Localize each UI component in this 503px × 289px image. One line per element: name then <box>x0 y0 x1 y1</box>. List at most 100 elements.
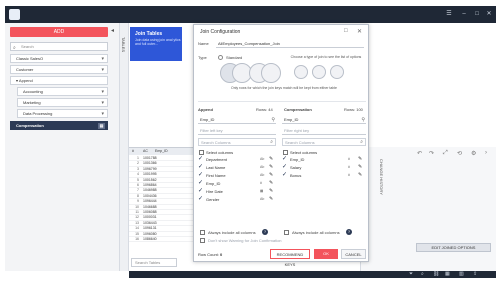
add-button[interactable]: ADD <box>10 27 108 37</box>
checkmark-icon[interactable]: ✓ <box>198 164 203 171</box>
menu-icon[interactable]: ☰ <box>445 10 453 18</box>
gear-icon[interactable]: ⚙ <box>471 150 476 157</box>
minimize-icon[interactable]: – <box>460 10 468 18</box>
checkmark-icon[interactable]: ✓ <box>198 156 203 163</box>
always-include-left-checkbox[interactable] <box>200 230 205 235</box>
always-include-label: Always include all columns <box>208 230 256 235</box>
cancel-button[interactable]: CANCEL <box>341 249 366 259</box>
left-key-field[interactable]: Emp_ID ⚲ <box>198 116 276 124</box>
sidebar-item-marketing[interactable]: Marketing ▾ <box>17 98 108 107</box>
column-name: Last Name <box>206 165 226 170</box>
wand-icon[interactable]: ⚲ <box>361 116 365 124</box>
collapse-icon[interactable]: › <box>485 150 487 156</box>
compensation-title: Compensation <box>284 107 312 112</box>
checkmark-icon[interactable]: ✓ <box>282 172 287 179</box>
type-icon: Ab <box>260 197 265 201</box>
undo-icon[interactable]: ↶ <box>417 150 422 157</box>
append-title: Append <box>198 107 213 112</box>
sidebar-item-data-processing[interactable]: Data Processing ▾ <box>17 109 108 118</box>
venn-right-join-icon[interactable] <box>261 63 281 83</box>
column-row[interactable]: ✓ First Name Ab ✎ <box>198 172 276 179</box>
edit-icon[interactable]: ✎ <box>269 196 273 203</box>
edit-icon[interactable]: ✎ <box>358 164 362 171</box>
select-all-checkbox[interactable] <box>283 150 288 155</box>
right-key-filter[interactable]: Filter right key <box>282 127 366 135</box>
edit-icon[interactable]: ✎ <box>269 180 273 187</box>
type-option-label: Standard <box>226 55 243 60</box>
always-include-right-checkbox[interactable] <box>284 230 289 235</box>
edit-joined-options-button[interactable]: EDIT JOINED OPTIONS <box>416 243 491 252</box>
column-row[interactable]: ✓ Emp_ID # ✎ <box>198 180 276 187</box>
sidebar-item-compensation[interactable]: Compensation ▤ <box>10 121 108 130</box>
grid-search-input[interactable]: Search Tables <box>131 258 177 267</box>
venn-cross-join-icon[interactable] <box>330 65 344 79</box>
type-label: Type <box>198 55 207 60</box>
history-icon[interactable]: ⟲ <box>457 150 462 157</box>
checkmark-icon[interactable]: ✓ <box>198 196 203 203</box>
wand-icon[interactable]: ⚲ <box>271 116 275 124</box>
select-columns-row[interactable]: Select columns <box>282 149 366 156</box>
maximize-icon[interactable]: □ <box>344 28 348 34</box>
help-icon[interactable]: ? <box>346 229 352 235</box>
chart-icon[interactable]: ▥ <box>459 271 464 278</box>
name-label: Name <box>198 41 209 46</box>
select-columns-label: Select columns <box>206 150 234 155</box>
sidebar-item-label: Marketing <box>23 100 41 105</box>
join-tables-node[interactable]: Join Tables Join data using join anal yt… <box>130 27 182 61</box>
edit-icon[interactable]: ✎ <box>269 164 273 171</box>
collapse-icon[interactable]: ◂ <box>111 28 117 34</box>
venn-full-join-icon[interactable] <box>312 65 326 79</box>
ok-button[interactable]: OK <box>314 249 338 259</box>
grid-icon[interactable]: ▦ <box>445 271 450 278</box>
sidebar-item-classic-saleso[interactable]: Classic SalesO ▾ <box>10 54 108 63</box>
type-icon: Ab <box>260 157 265 161</box>
close-icon[interactable]: ✕ <box>357 28 362 35</box>
column-row[interactable]: ✓ Last Name Ab ✎ <box>198 164 276 171</box>
tables-strip[interactable]: TABLES <box>120 23 129 271</box>
sidebar-item-append[interactable]: ▾ Append <box>10 76 108 85</box>
type-icon: # <box>348 157 350 161</box>
column-row[interactable]: ✓ Emp_ID # ✎ <box>282 156 366 163</box>
close-icon[interactable]: ✕ <box>485 10 493 18</box>
search-columns-placeholder: Search Columns <box>285 140 315 145</box>
left-key-filter[interactable]: Filter left key <box>198 127 276 135</box>
column-row[interactable]: ✓ Salary # ✎ <box>282 164 366 171</box>
maximize-icon[interactable]: □ <box>473 10 481 18</box>
column-row[interactable]: ✓ Bonus # ✎ <box>282 172 366 179</box>
search-icon[interactable]: ⌕ <box>421 271 424 278</box>
column-row[interactable]: ✓ Department Ab ✎ <box>198 156 276 163</box>
expand-icon[interactable]: ⤢ <box>443 150 448 157</box>
sidebar-item-customer[interactable]: Customer ▾ <box>10 65 108 74</box>
checkmark-icon[interactable]: ✓ <box>198 180 203 187</box>
edit-icon[interactable]: ✎ <box>269 172 273 179</box>
recommend-keys-button[interactable]: RECOMMEND KEYS <box>270 249 310 267</box>
sidebar-item-accounting[interactable]: Accounting ▾ <box>17 87 108 96</box>
right-key-field[interactable]: Emp_ID ⚲ <box>282 116 366 124</box>
share-icon[interactable]: ⇪ <box>473 271 477 278</box>
checkmark-icon[interactable]: ✓ <box>282 156 287 163</box>
edit-icon[interactable]: ✎ <box>358 156 362 163</box>
join-name-field[interactable]: AllEmployees_Compensation_Join <box>216 39 364 48</box>
checkmark-icon[interactable]: ✓ <box>198 188 203 195</box>
column-row[interactable]: ✓ Gender Ab ✎ <box>198 196 276 203</box>
edit-icon[interactable]: ✎ <box>269 188 273 195</box>
column-row[interactable]: ✓ Hire Date ▦ ✎ <box>198 188 276 195</box>
filter-icon[interactable]: ⏷ <box>409 271 413 278</box>
node-description: Join data using join anal ytics and full… <box>135 38 181 46</box>
dont-show-warning-checkbox[interactable] <box>200 238 205 243</box>
sidebar-search-input[interactable]: ⌕ Search <box>10 42 108 51</box>
left-search-columns[interactable]: Search Columns ⌕ <box>198 138 276 146</box>
checkmark-icon[interactable]: ✓ <box>282 164 287 171</box>
type-standard-radio[interactable] <box>218 55 223 60</box>
edit-icon[interactable]: ✎ <box>269 156 273 163</box>
edit-icon[interactable]: ✎ <box>358 172 362 179</box>
select-all-checkbox[interactable] <box>199 150 204 155</box>
link-icon[interactable]: ⛓ <box>433 271 439 278</box>
table-row[interactable]: 16 1086640 <box>129 237 197 243</box>
help-icon[interactable]: ? <box>262 229 268 235</box>
venn-outer-join-icon[interactable] <box>294 65 308 79</box>
right-search-columns[interactable]: Search Columns ⌕ <box>282 138 366 146</box>
select-columns-row[interactable]: Select columns <box>198 149 276 156</box>
redo-icon[interactable]: ↷ <box>429 150 434 157</box>
checkmark-icon[interactable]: ✓ <box>198 172 203 179</box>
